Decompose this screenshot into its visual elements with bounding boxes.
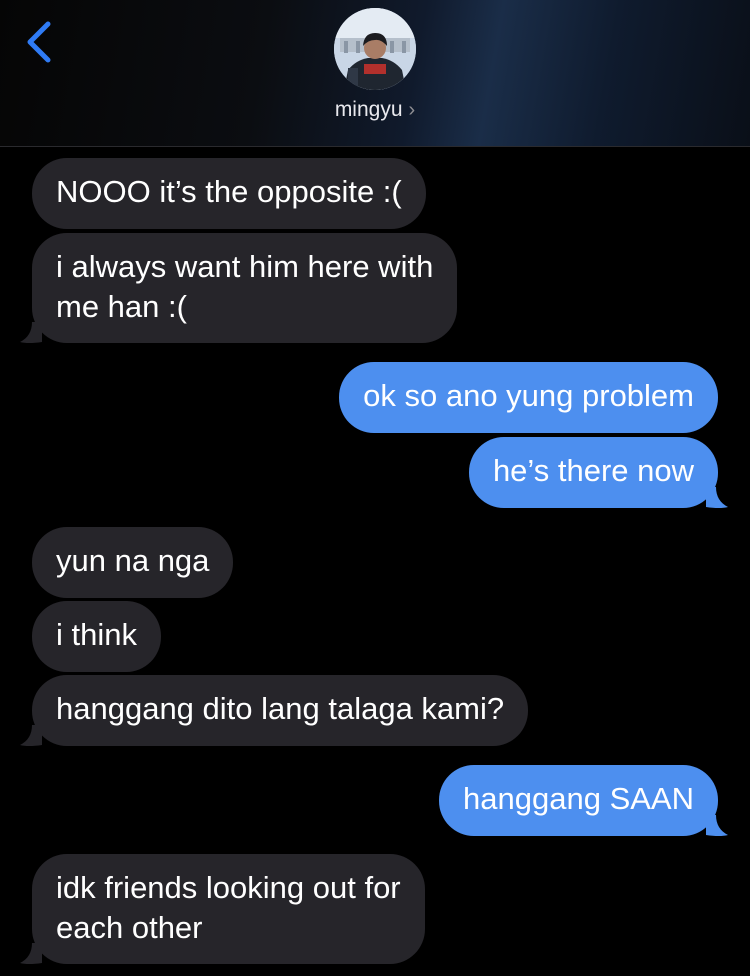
avatar-photo (334, 8, 416, 90)
message-bubble-incoming[interactable]: hanggang dito lang talaga kami? (32, 675, 529, 746)
message-bubble-outgoing[interactable]: hanggang SAAN (439, 765, 718, 836)
message-bubble-outgoing[interactable]: ok so ano yung problem (339, 362, 718, 433)
bubble-tail (706, 815, 728, 836)
chevron-right-icon: › (408, 99, 416, 121)
contact-name: mingyu (334, 98, 403, 121)
message-bubble-incoming[interactable]: yun na nga (32, 527, 234, 598)
bubble-tail (20, 943, 42, 964)
back-button[interactable] (18, 18, 62, 66)
contact-name-button[interactable]: mingyu › (0, 98, 750, 122)
bubble-tail (20, 322, 42, 343)
message-bubble-outgoing[interactable]: he’s there now (468, 437, 718, 508)
bubble-tail (706, 487, 728, 508)
chevron-left-icon (27, 21, 51, 63)
message-bubble-incoming[interactable]: i always want him here with me han :( (32, 233, 458, 343)
message-bubble-incoming[interactable]: idk friends looking out for each other (32, 854, 425, 964)
bubble-tail (20, 725, 42, 746)
conversation-header: mingyu › (0, 0, 750, 147)
message-bubble-incoming[interactable]: NOOO it’s the opposite :( (32, 158, 426, 229)
message-bubble-incoming[interactable]: i think (32, 601, 161, 672)
contact-avatar[interactable] (334, 8, 416, 90)
